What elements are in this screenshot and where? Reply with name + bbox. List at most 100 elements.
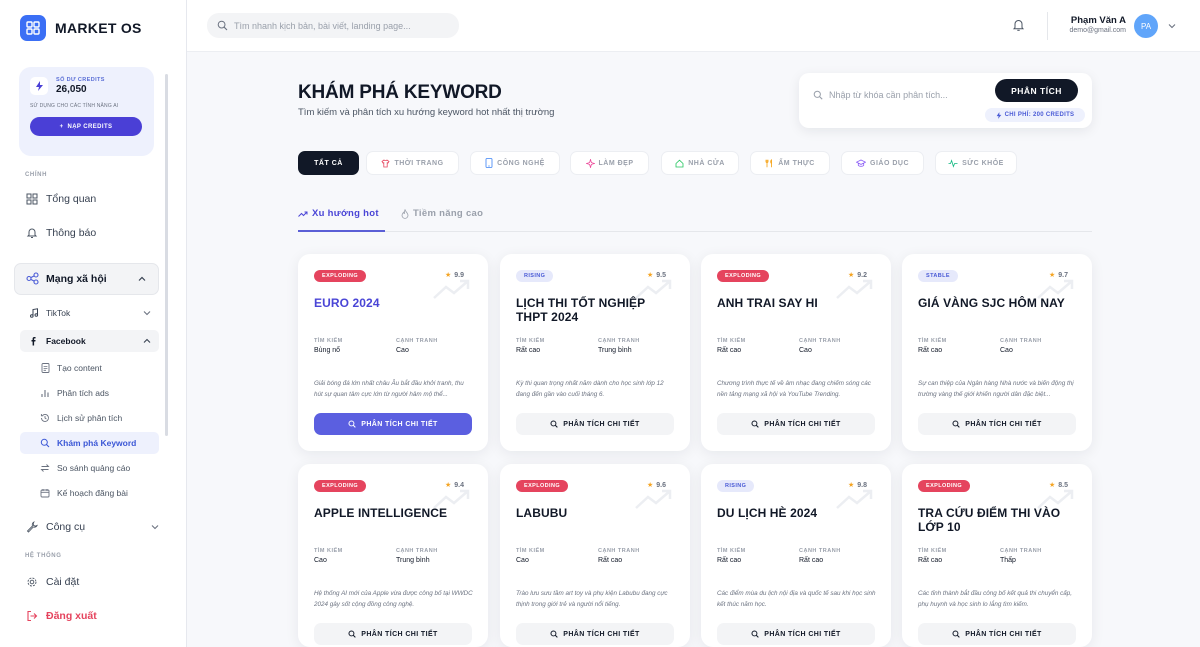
logout-icon (25, 609, 39, 623)
sidebar-item-compare-ads[interactable]: So sánh quảng cáo (20, 457, 159, 479)
gear-icon (25, 575, 39, 589)
sidebar-item-keyword-explore[interactable]: Khám phá Keyword (20, 432, 159, 454)
card-description: Hệ thống AI mới của Apple vừa được công … (314, 590, 473, 608)
chevron-up-icon (138, 275, 146, 283)
search-icon (751, 630, 760, 638)
tab-category-education[interactable]: GIÁO DỤC (841, 151, 924, 175)
analyze-detail-button[interactable]: PHÂN TÍCH CHI TIẾT (918, 623, 1076, 645)
analyze-detail-button[interactable]: PHÂN TÍCH CHI TIẾT (918, 413, 1076, 435)
competition-metric-value: Rất cao (598, 557, 623, 564)
sidebar-item-label: So sánh quảng cáo (57, 463, 131, 473)
button-label: PHÂN TÍCH CHI TIẾT (563, 420, 640, 428)
notification-bell-icon[interactable] (1012, 18, 1025, 32)
tab-category-food[interactable]: ẨM THỰC (750, 151, 830, 175)
plus-icon: + (59, 123, 64, 130)
keyword-card[interactable]: STABLE ★ 9.7 GIÁ VÀNG SJC HÔM NAY TÌM KIẾ… (902, 254, 1092, 451)
search-metric-label: TÌM KIẾM (314, 548, 343, 554)
status-badge: EXPLODING (314, 480, 366, 492)
keyword-card[interactable]: EXPLODING ★ 9.9 EURO 2024 TÌM KIẾM Bùng n… (298, 254, 488, 451)
button-label: PHÂN TÍCH CHI TIẾT (361, 630, 438, 638)
sidebar-item-ads-analysis[interactable]: Phân tích ads (20, 382, 159, 404)
active-tab-underline (298, 230, 385, 232)
sidebar-scrollbar[interactable] (165, 74, 168, 436)
sidebar-item-facebook[interactable]: Facebook (20, 330, 159, 352)
keyword-card[interactable]: EXPLODING ★ 9.6 LABUBU TÌM KIẾM Cao CẠNH … (500, 464, 690, 647)
avatar[interactable]: PA (1134, 14, 1158, 38)
sidebar-item-analysis-history[interactable]: Lịch sử phân tích (20, 407, 159, 429)
tab-hot-trend[interactable]: Xu hướng hot (298, 208, 379, 219)
keyword-card[interactable]: EXPLODING ★ 9.4 APPLE INTELLIGENCE TÌM KI… (298, 464, 488, 647)
sidebar-item-label: Khám phá Keyword (57, 438, 137, 448)
card-description: Sự can thiệp của Ngân hàng Nhà nước và b… (918, 380, 1074, 398)
topup-credits-button[interactable]: + NẠP CREDITS (30, 117, 142, 136)
global-search[interactable] (207, 13, 459, 38)
user-email: demo@gmail.com (1069, 27, 1126, 34)
competition-metric-label: CẠNH TRANH (598, 338, 640, 344)
competition-metric-value: Cao (1000, 347, 1013, 354)
tab-category-home[interactable]: NHÀ CỬA (661, 151, 739, 175)
competition-metric-value: Cao (396, 347, 409, 354)
sidebar-group-social[interactable]: Mạng xã hội (14, 263, 159, 295)
sidebar-item-logout[interactable]: Đăng xuất (25, 609, 97, 623)
analyze-detail-button[interactable]: PHÂN TÍCH CHI TIẾT (314, 623, 472, 645)
tab-category-technology[interactable]: CÔNG NGHỆ (470, 151, 560, 175)
tab-category-health[interactable]: SỨC KHỎE (935, 151, 1017, 175)
tab-label: Tiềm năng cao (413, 208, 484, 219)
sidebar-item-tools[interactable]: Công cụ (25, 520, 159, 534)
keyword-search-panel: PHÂN TÍCH CHI PHÍ: 200 CREDITS (799, 73, 1092, 128)
competition-metric-label: CẠNH TRANH (799, 338, 841, 344)
search-icon (550, 420, 559, 428)
analyze-detail-button[interactable]: PHÂN TÍCH CHI TIẾT (717, 413, 875, 435)
keyword-card[interactable]: RISING ★ 9.8 DU LỊCH HÈ 2024 TÌM KIẾM Rất… (701, 464, 891, 647)
tab-label: LÀM ĐẸP (598, 159, 634, 167)
keyword-search[interactable] (813, 90, 979, 100)
sidebar-item-tiktok[interactable]: TikTok (20, 302, 159, 324)
button-label: PHÂN TÍCH CHI TIẾT (965, 630, 1042, 638)
analyze-detail-button[interactable]: PHÂN TÍCH CHI TIẾT (516, 413, 674, 435)
status-badge: EXPLODING (516, 480, 568, 492)
sidebar-item-label: Công cụ (46, 521, 86, 533)
competition-metric-label: CẠNH TRANH (598, 548, 640, 554)
search-metric-label: TÌM KIẾM (314, 338, 343, 344)
brand[interactable]: MARKET OS (0, 0, 186, 56)
document-icon (40, 363, 50, 373)
sidebar-item-post-plan[interactable]: Kế hoạch đăng bài (20, 482, 159, 504)
search-metric-label: TÌM KIẾM (516, 548, 545, 554)
status-badge: RISING (717, 480, 755, 492)
button-label: PHÂN TÍCH CHI TIẾT (764, 420, 841, 428)
tab-high-potential[interactable]: Tiềm năng cao (401, 208, 483, 219)
global-search-input[interactable] (234, 20, 444, 31)
analyze-detail-button[interactable]: PHÂN TÍCH CHI TIẾT (314, 413, 472, 435)
bell-icon (25, 226, 39, 240)
analyze-detail-button[interactable]: PHÂN TÍCH CHI TIẾT (516, 623, 674, 645)
keyword-card[interactable]: RISING ★ 9.5 LỊCH THI TỐT NGHIỆP THPT 202… (500, 254, 690, 451)
analyze-detail-button[interactable]: PHÂN TÍCH CHI TIẾT (717, 623, 875, 645)
swap-icon (40, 463, 50, 473)
chevron-down-icon[interactable] (1168, 22, 1176, 30)
keyword-input[interactable] (829, 90, 979, 100)
lightning-icon (996, 111, 1002, 119)
cost-badge-label: CHI PHÍ: 200 CREDITS (1004, 112, 1075, 118)
sidebar-item-overview[interactable]: Tổng quan (25, 192, 96, 206)
card-description: Kỳ thi quan trọng nhất năm dành cho học … (516, 380, 664, 398)
keyword-card[interactable]: EXPLODING ★ 8.5 TRA CỨU ĐIỂM THI VÀO LỚP … (902, 464, 1092, 647)
card-title: LỊCH THI TỐT NGHIỆP THPT 2024 (516, 296, 646, 324)
search-metric-label: TÌM KIẾM (918, 338, 947, 344)
search-metric-value: Bùng nổ (314, 347, 341, 354)
sidebar-item-label: Tạo content (57, 363, 102, 373)
page-subtitle: Tìm kiếm và phân tích xu hướng keyword h… (298, 107, 555, 118)
search-metric-value: Cao (516, 557, 529, 564)
tab-category-all[interactable]: TẤT CẢ (298, 151, 359, 175)
lightning-icon (30, 77, 48, 95)
card-description: Giải bóng đá lớn nhất châu Âu bắt đầu kh… (314, 380, 464, 398)
sidebar-item-notifications[interactable]: Thông báo (25, 226, 96, 240)
cost-badge: CHI PHÍ: 200 CREDITS (985, 108, 1085, 122)
keyword-card[interactable]: EXPLODING ★ 9.2 ANH TRAI SAY HI TÌM KIẾM … (701, 254, 891, 451)
sidebar-item-settings[interactable]: Cài đặt (25, 575, 79, 589)
sidebar-item-create-content[interactable]: Tạo content (20, 357, 159, 379)
credit-value: 26,050 (56, 84, 87, 95)
tab-category-beauty[interactable]: LÀM ĐẸP (570, 151, 649, 175)
competition-metric-label: CẠNH TRANH (396, 338, 438, 344)
analyze-button[interactable]: PHÂN TÍCH (995, 79, 1078, 102)
tab-category-fashion[interactable]: THỜI TRANG (366, 151, 459, 175)
